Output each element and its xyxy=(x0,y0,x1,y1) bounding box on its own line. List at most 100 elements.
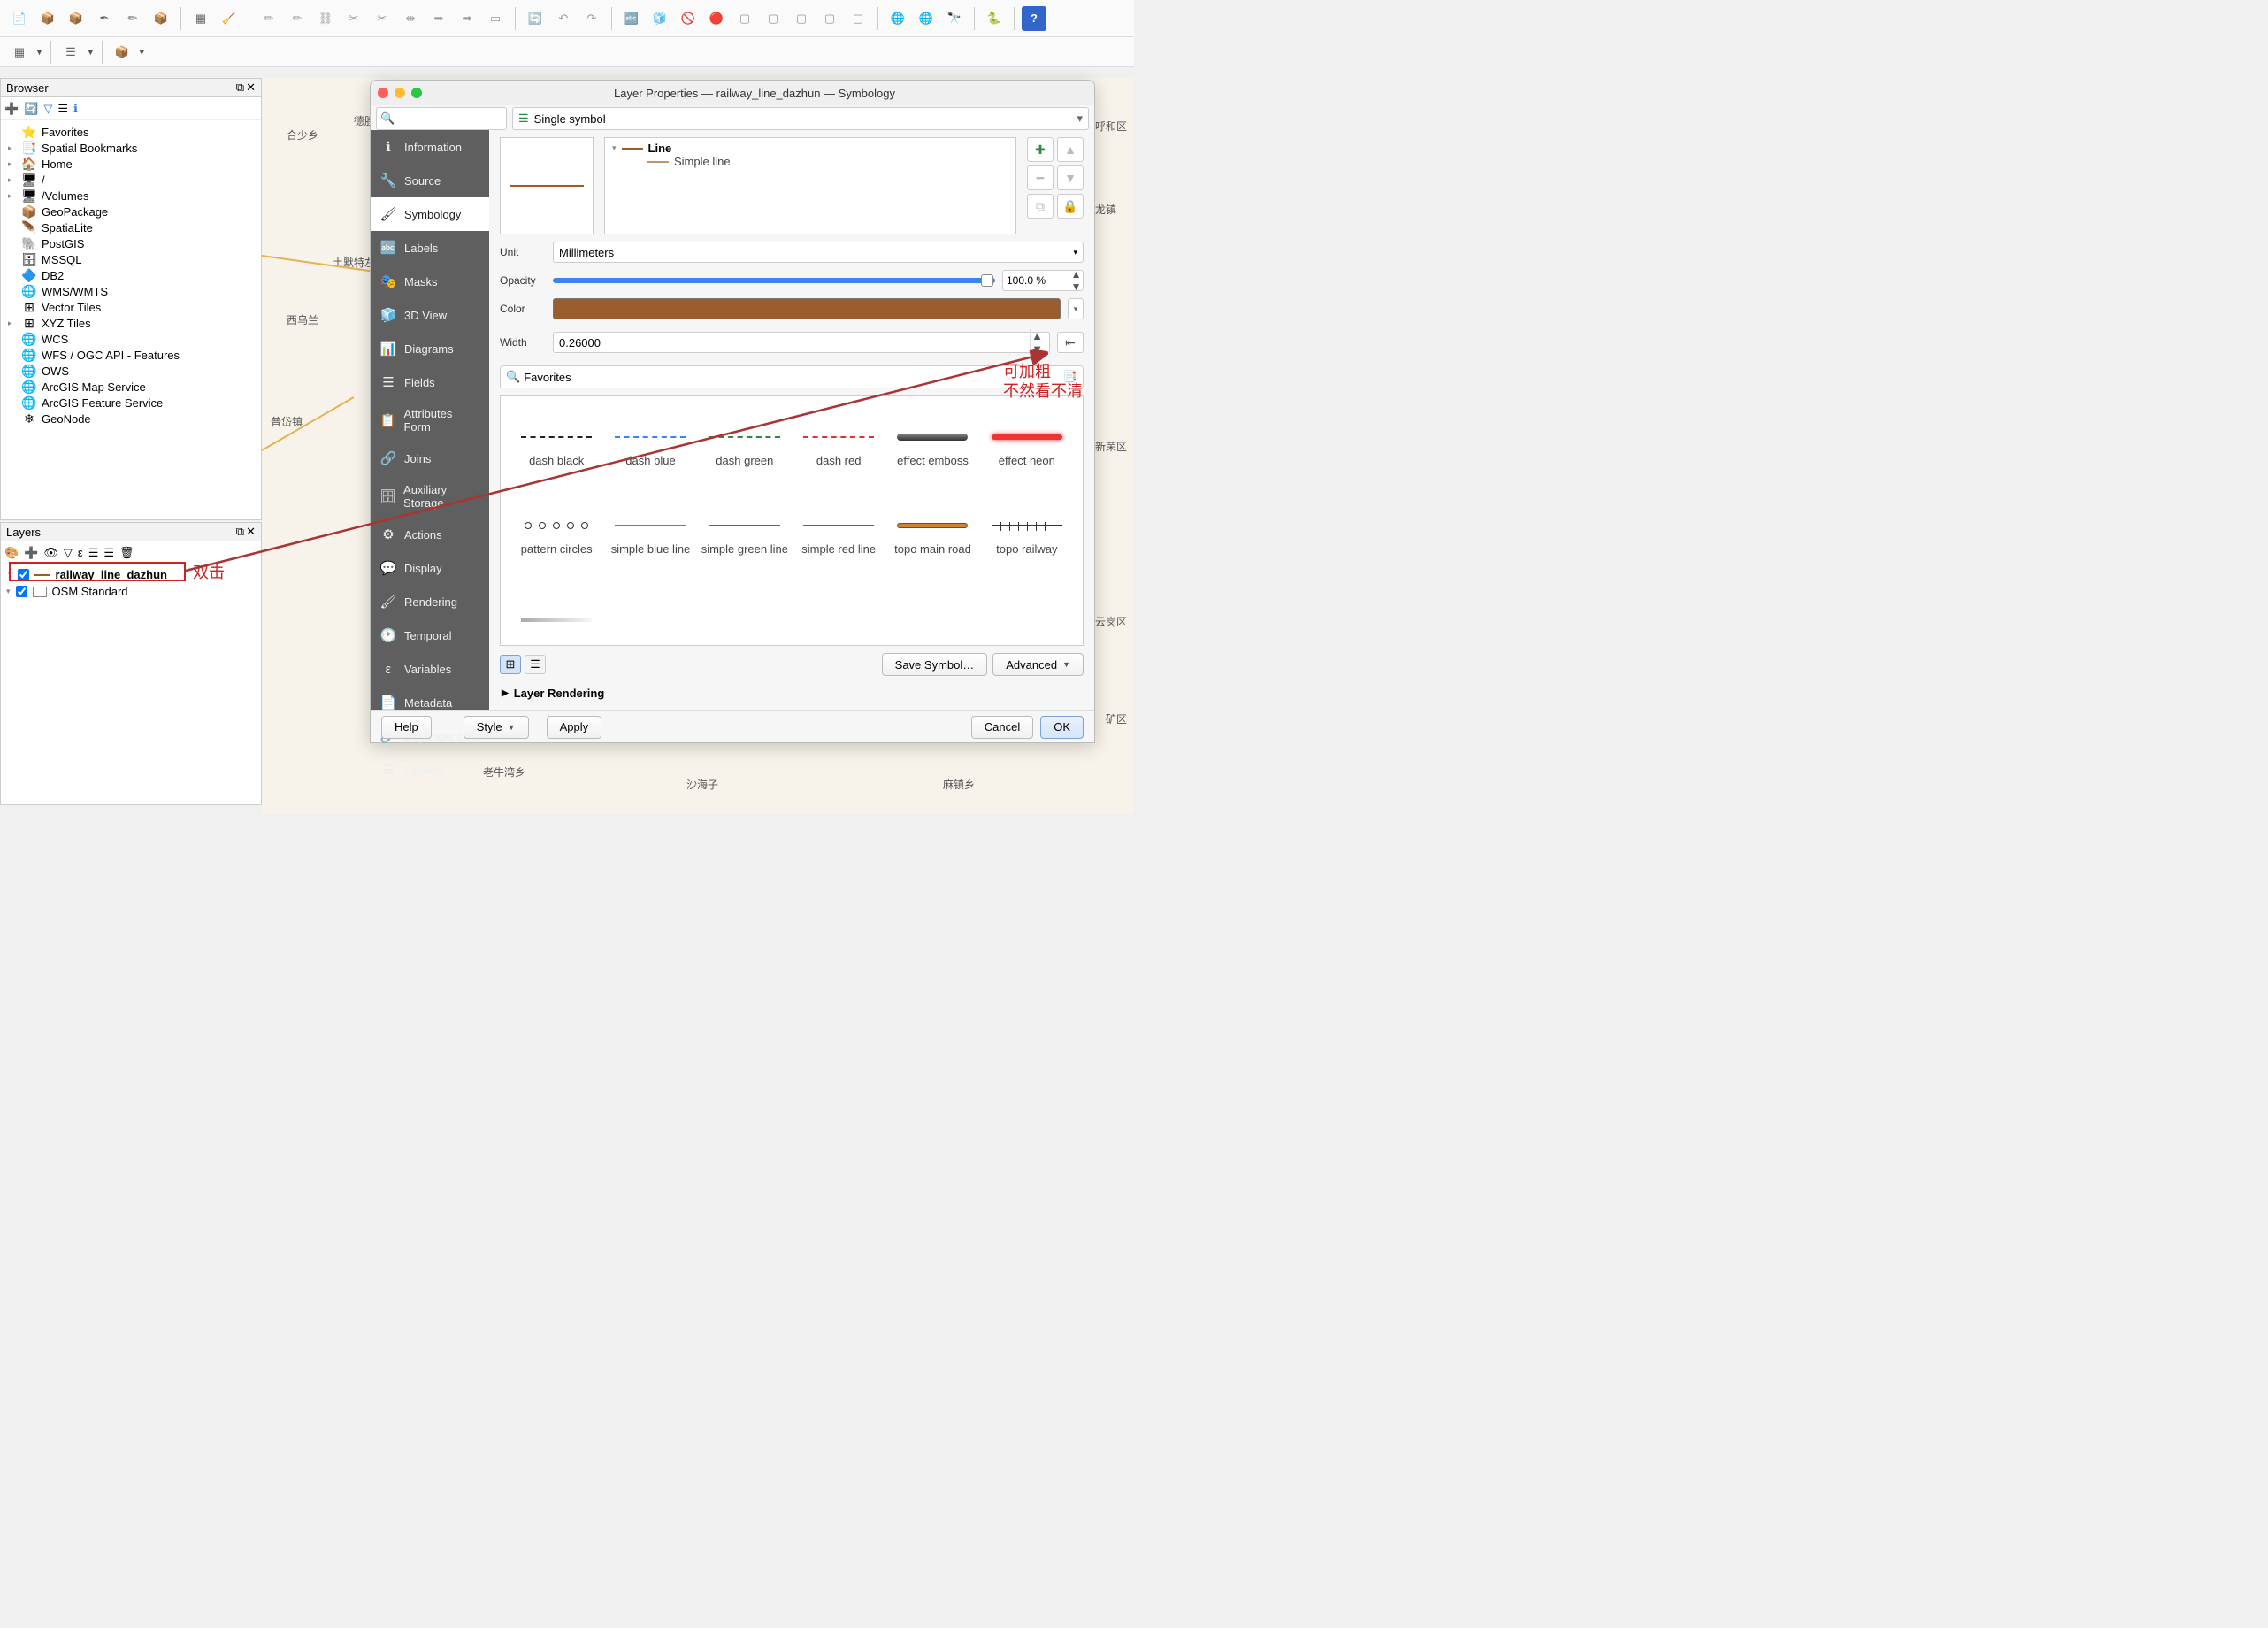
grid-view-button[interactable]: ⊞ xyxy=(500,655,521,674)
sidebar-item-source[interactable]: 🔧Source xyxy=(371,164,489,197)
rotate-icon[interactable]: 🔄 xyxy=(523,6,548,31)
layer-rendering-toggle[interactable]: ▶Layer Rendering xyxy=(500,683,1084,703)
sidebar-search-input[interactable] xyxy=(398,112,502,125)
browser-item[interactable]: 🌐WCS xyxy=(4,331,257,347)
visibility-icon[interactable]: 👁 xyxy=(43,546,58,560)
edit-icon[interactable]: ✏ xyxy=(257,6,281,31)
style-simple-blue-line[interactable]: simple blue line xyxy=(603,494,697,582)
cut-icon[interactable]: ✂ xyxy=(341,6,366,31)
toolbar-vec[interactable]: 📦 xyxy=(64,6,88,31)
move-up[interactable]: ▲ xyxy=(1057,137,1084,162)
browser-item[interactable]: ▸🖥/ xyxy=(4,172,257,188)
browser-item[interactable]: 🐘PostGIS xyxy=(4,235,257,251)
sidebar-item-information[interactable]: ℹInformation xyxy=(371,130,489,164)
style-dash-green[interactable]: dash green xyxy=(698,405,792,494)
cut-icon[interactable]: ✂ xyxy=(370,6,395,31)
renderer-select[interactable]: ☰ Single symbol ▾ xyxy=(512,107,1089,130)
style-unnamed[interactable] xyxy=(510,582,603,646)
sidebar-item-masks[interactable]: 🎭Masks xyxy=(371,265,489,298)
style-effect-neon[interactable]: effect neon xyxy=(980,405,1074,494)
style-simple-green-line[interactable]: simple green line xyxy=(698,494,792,582)
unit-dropdown[interactable]: Millimeters▾ xyxy=(553,242,1084,263)
width-input[interactable]: 0.26000 ▲▼ xyxy=(553,332,1050,353)
label-off-icon[interactable]: 🚫 xyxy=(676,6,701,31)
close-button[interactable] xyxy=(378,88,388,98)
close-icon[interactable]: ✕ xyxy=(246,525,256,539)
style-simple-red-line[interactable]: simple red line xyxy=(792,494,885,582)
sidebar-item-attributes-form[interactable]: 📋Attributes Form xyxy=(371,399,489,442)
style-dash-blue[interactable]: dash blue xyxy=(603,405,697,494)
browser-item[interactable]: 🌐WFS / OGC API - Features xyxy=(4,347,257,363)
collapse-icon[interactable]: ☰ xyxy=(103,546,114,560)
opacity-slider[interactable] xyxy=(553,278,995,283)
sidebar-item-3d-view[interactable]: 🧊3D View xyxy=(371,298,489,332)
list-view-button[interactable]: ☰ xyxy=(525,655,546,674)
toolbar-clear[interactable]: 🧹 xyxy=(217,6,241,31)
browser-item[interactable]: ⭐Favorites xyxy=(4,124,257,140)
sidebar-item-display[interactable]: 💬Display xyxy=(371,551,489,585)
style-button[interactable]: Style▼ xyxy=(464,716,529,739)
help-button[interactable]: Help xyxy=(381,716,432,739)
filter-icon[interactable]: ▽ xyxy=(43,102,52,116)
symbol-layer-tree[interactable]: ▾Line Simple line xyxy=(604,137,1016,234)
browser-item[interactable]: ❄GeoNode xyxy=(4,411,257,426)
browser-item[interactable]: ⊞Vector Tiles xyxy=(4,299,257,315)
browser-tree[interactable]: ⭐Favorites▸📑Spatial Bookmarks▸🏠Home▸🖥/▸🖥… xyxy=(1,120,261,520)
sidebar-item-metadata[interactable]: 📄Metadata xyxy=(371,686,489,719)
toolbar-select[interactable]: ▦ xyxy=(188,6,213,31)
move-down[interactable]: ▼ xyxy=(1057,165,1084,190)
label-icon[interactable]: 🔤 xyxy=(619,6,644,31)
style-dash-red[interactable]: dash red xyxy=(792,405,885,494)
select-features-icon[interactable]: ▦ xyxy=(7,40,32,65)
close-icon[interactable]: ✕ xyxy=(246,81,256,95)
box-icon[interactable]: ▭ xyxy=(483,6,508,31)
browser-item[interactable]: 🌐WMS/WMTS xyxy=(4,283,257,299)
slider-thumb[interactable] xyxy=(981,274,993,287)
arrow-icon[interactable]: ➡ xyxy=(426,6,451,31)
browser-item[interactable]: 🔷DB2 xyxy=(4,267,257,283)
undock-icon[interactable]: ⧉ xyxy=(236,81,244,95)
grey-label-icon[interactable]: ▢ xyxy=(817,6,842,31)
apply-button[interactable]: Apply xyxy=(547,716,602,739)
python-icon[interactable]: 🐍 xyxy=(982,6,1007,31)
sidebar-item-symbology[interactable]: 🖌Symbology xyxy=(371,197,489,231)
toolbar-addlayer[interactable]: 📦 xyxy=(35,6,60,31)
browser-item[interactable]: 🌐ArcGIS Feature Service xyxy=(4,395,257,411)
browser-item[interactable]: ▸🏠Home xyxy=(4,156,257,172)
toolbar-new[interactable]: 📄 xyxy=(7,6,32,31)
remove-icon[interactable]: 🗑 xyxy=(119,546,134,560)
label-red-icon[interactable]: 🔴 xyxy=(704,6,729,31)
style-pattern-circles[interactable]: pattern circles xyxy=(510,494,603,582)
sidebar-item-diagrams[interactable]: 📊Diagrams xyxy=(371,332,489,365)
sidebar-search[interactable]: 🔍 xyxy=(376,107,507,130)
filter-icon[interactable]: ▽ xyxy=(64,546,73,560)
browser-item[interactable]: 🗄MSSQL xyxy=(4,251,257,267)
minimize-button[interactable] xyxy=(395,88,405,98)
merge-icon[interactable]: ⇼ xyxy=(398,6,423,31)
browser-item[interactable]: ▸⊞XYZ Tiles xyxy=(4,315,257,331)
layer-checkbox[interactable] xyxy=(16,586,27,597)
layer-item[interactable]: ▾OSM Standard xyxy=(1,583,261,600)
add-group-icon[interactable]: ➕ xyxy=(24,546,38,560)
sidebar-item-variables[interactable]: εVariables xyxy=(371,652,489,686)
expression-icon[interactable]: ε xyxy=(78,546,83,559)
toolbar-pencil[interactable]: ✏ xyxy=(120,6,145,31)
globe-icon[interactable]: 🌐 xyxy=(885,6,910,31)
expand-icon[interactable]: ☰ xyxy=(88,546,99,560)
add-layer-icon[interactable]: ➕ xyxy=(4,102,19,116)
browser-item[interactable]: 🌐OWS xyxy=(4,363,257,379)
properties-icon[interactable]: ℹ xyxy=(73,102,78,116)
refresh-icon[interactable]: 🔄 xyxy=(24,102,38,116)
cancel-button[interactable]: Cancel xyxy=(971,716,1033,739)
sidebar-item-actions[interactable]: ⚙Actions xyxy=(371,518,489,551)
grey-label-icon[interactable]: ▢ xyxy=(789,6,814,31)
color-menu[interactable]: ▾ xyxy=(1068,298,1084,319)
sidebar-item-fields[interactable]: ☰Fields xyxy=(371,365,489,399)
filter-layers-icon[interactable]: 📦 xyxy=(110,40,134,65)
undock-icon[interactable]: ⧉ xyxy=(236,525,244,539)
titlebar[interactable]: Layer Properties — railway_line_dazhun —… xyxy=(371,81,1094,105)
collapse-icon[interactable]: ☰ xyxy=(57,102,68,116)
sidebar-item-labels[interactable]: 🔤Labels xyxy=(371,231,489,265)
browser-item[interactable]: 🪶SpatiaLite xyxy=(4,219,257,235)
undo-icon[interactable]: ↶ xyxy=(551,6,576,31)
